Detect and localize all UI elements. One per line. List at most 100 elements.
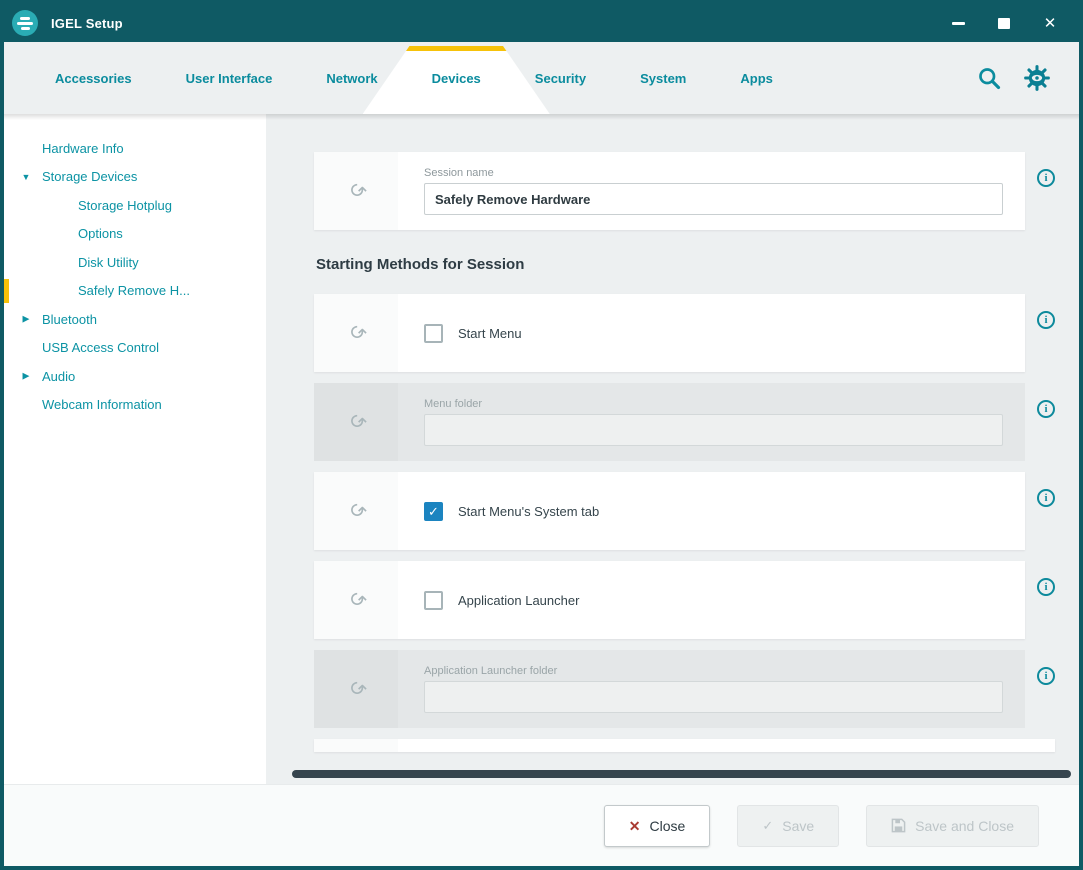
igel-setup-window: IGEL Setup ✕ Accessories User Interface … [0,0,1083,870]
sidebar-item-safely-remove-hardware[interactable]: Safely Remove H... [4,277,266,306]
tab-devices[interactable]: Devices [405,42,508,114]
reset-button[interactable]: ↺ [314,472,398,550]
titlebar: IGEL Setup ✕ [4,4,1079,42]
tab-label: System [640,71,686,86]
system-tab-label: Start Menu's System tab [458,504,599,519]
reset-button [314,739,398,752]
close-button[interactable]: ✕ [1027,6,1073,40]
reset-button[interactable]: ↺ [314,650,398,728]
reset-icon: ↺ [343,587,369,613]
tab-apps[interactable]: Apps [713,42,800,114]
reset-icon: ↺ [343,320,369,346]
maximize-icon [998,18,1010,29]
igel-logo-icon [12,10,38,36]
sidebar-item-label: USB Access Control [42,340,159,355]
sidebar-item-bluetooth[interactable]: ▶ Bluetooth [4,305,266,334]
reset-icon: ↺ [343,409,369,435]
tab-label: Accessories [55,71,132,86]
app-launcher-row: ↺ ✓ Application Launcher i [314,561,1055,639]
system-tab-checkbox[interactable]: ✓ [424,502,443,521]
reset-button[interactable]: ↺ [314,294,398,372]
save-and-close-button-label: Save and Close [915,818,1014,834]
reset-button[interactable]: ↺ [314,561,398,639]
close-button-label: Close [650,818,686,834]
settings-panel: ↺ Session name i Starting Methods for Se… [266,114,1079,784]
close-session-button[interactable]: ✕ Close [604,805,711,847]
section-title: Starting Methods for Session [316,256,1055,273]
search-button[interactable] [976,65,1003,92]
session-name-label: Session name [424,167,1003,179]
reset-button[interactable]: ↺ [314,383,398,461]
expander-right-icon[interactable]: ▶ [20,314,32,325]
tab-system[interactable]: System [613,42,713,114]
sidebar-item-label: Audio [42,369,75,384]
session-name-input[interactable] [424,183,1003,215]
menu-folder-input [424,414,1003,446]
sidebar-item-hardware-info[interactable]: Hardware Info [4,134,266,163]
settings-button[interactable] [1023,64,1051,92]
sidebar-item-label: Storage Hotplug [78,198,172,213]
sidebar-item-label: Disk Utility [78,255,139,270]
tabbar: Accessories User Interface Network Devic… [4,42,1079,114]
app-launcher-label: Application Launcher [458,593,579,608]
save-button-label: Save [782,818,814,834]
save-button[interactable]: ✓ Save [737,805,839,847]
tab-label: Apps [740,71,773,86]
sidebar-item-label: Webcam Information [42,397,162,412]
sidebar-item-label: Hardware Info [42,141,124,156]
minimize-icon [952,22,965,25]
app-launcher-checkbox[interactable]: ✓ [424,591,443,610]
tab-accessories[interactable]: Accessories [28,42,159,114]
menu-folder-row: ↺ Menu folder i [314,383,1055,461]
sidebar-item-storage-hotplug[interactable]: Storage Hotplug [4,191,266,220]
reset-icon: ↺ [343,498,369,524]
window-title: IGEL Setup [51,16,123,31]
session-name-row: ↺ Session name i [314,152,1055,230]
checkmark-icon: ✓ [428,505,439,518]
search-icon [976,65,1003,92]
sidebar-item-label: Options [78,226,123,241]
window-controls: ✕ [935,6,1073,40]
start-menu-label: Start Menu [458,326,522,341]
save-and-close-button[interactable]: Save and Close [866,805,1039,847]
tab-label: User Interface [186,71,273,86]
floppy-icon [891,818,906,833]
expander-down-icon[interactable]: ▼ [20,172,32,182]
info-icon[interactable]: i [1037,311,1055,329]
close-x-icon: ✕ [629,819,641,833]
minimize-button[interactable] [935,6,981,40]
reset-icon: ↺ [343,178,369,204]
sidebar-item-disk-utility[interactable]: Disk Utility [4,248,266,277]
tab-label: Security [535,71,586,86]
tab-label: Network [326,71,377,86]
app-launcher-folder-row: ↺ Application Launcher folder i [314,650,1055,728]
expander-right-icon[interactable]: ▶ [20,371,32,382]
sidebar-item-usb-access-control[interactable]: USB Access Control [4,334,266,363]
tab-user-interface[interactable]: User Interface [159,42,300,114]
sidebar-item-webcam-information[interactable]: Webcam Information [4,391,266,420]
start-menu-row: ↺ ✓ Start Menu i [314,294,1055,372]
gear-eye-icon [1023,64,1051,92]
sidebar-item-audio[interactable]: ▶ Audio [4,362,266,391]
sidebar-item-label: Bluetooth [42,312,97,327]
app-launcher-folder-label: Application Launcher folder [424,665,1003,677]
sidebar-item-label: Storage Devices [42,169,137,184]
reset-icon: ↺ [343,676,369,702]
system-tab-row: ↺ ✓ Start Menu's System tab i [314,472,1055,550]
sidebar-item-storage-devices[interactable]: ▼ Storage Devices [4,163,266,192]
sidebar-item-options[interactable]: Options [4,220,266,249]
footer-bar: ✕ Close ✓ Save Save and Close [4,784,1079,866]
maximize-button[interactable] [981,6,1027,40]
info-icon[interactable]: i [1037,169,1055,187]
info-icon[interactable]: i [1037,489,1055,507]
tab-security[interactable]: Security [508,42,613,114]
info-icon[interactable]: i [1037,578,1055,596]
info-icon[interactable]: i [1037,667,1055,685]
info-icon[interactable]: i [1037,400,1055,418]
reset-button[interactable]: ↺ [314,152,398,230]
tab-label: Devices [432,71,481,86]
check-icon: ✓ [762,819,773,832]
horizontal-scrollbar-thumb[interactable] [292,770,1071,778]
start-menu-checkbox[interactable]: ✓ [424,324,443,343]
partial-row [314,739,1055,752]
